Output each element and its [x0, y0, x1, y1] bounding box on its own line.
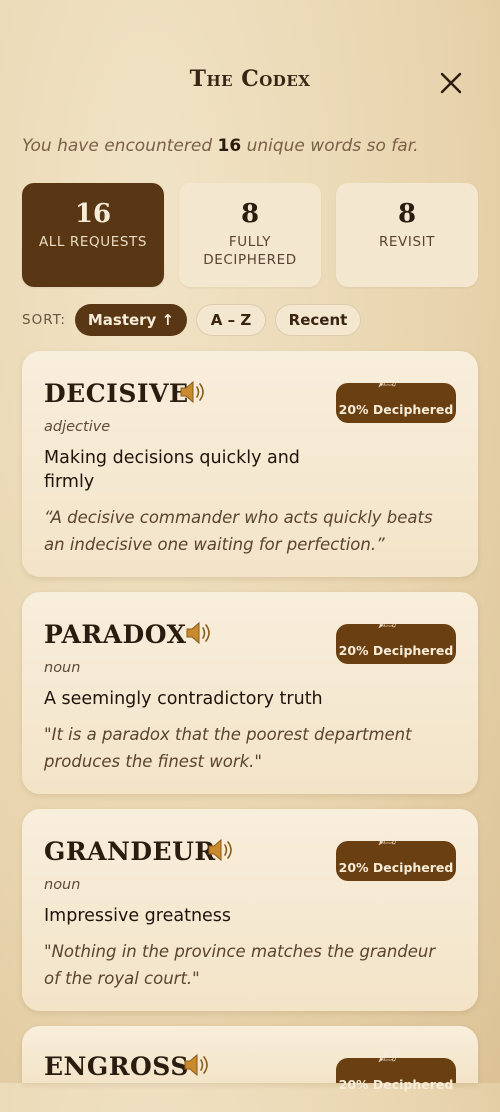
- page-title: The Codex: [189, 66, 311, 92]
- stat-label: FULLY DECIPHERED: [203, 234, 297, 268]
- close-icon: [440, 72, 462, 94]
- stat-value: 16: [74, 199, 112, 229]
- word-card[interactable]: ENGROSS ✍ 20% Deciphered: [22, 1026, 478, 1092]
- intro-text: You have encountered 16 unique words so …: [22, 136, 482, 156]
- badge-label: 20% Deciphered: [338, 1077, 454, 1092]
- stats-row: 16 ALL REQUESTS 8 FULLY DECIPHERED 8 REV…: [22, 183, 478, 287]
- badge-label: 20% Deciphered: [338, 643, 454, 658]
- speaker-icon[interactable]: [182, 1052, 210, 1078]
- sort-row: SORT: Mastery ↑ A – Z Recent: [22, 304, 478, 338]
- word-title: GRANDEUR: [44, 837, 216, 866]
- close-button[interactable]: [436, 68, 466, 98]
- word-card[interactable]: GRANDEUR ✍ 20% Deciphered noun Impressive…: [22, 809, 478, 1011]
- part-of-speech: adjective: [44, 419, 111, 435]
- definition: A seemingly contradictory truth: [44, 689, 323, 709]
- intro-suffix: unique words so far.: [246, 136, 419, 156]
- definition: Impressive greatness: [44, 906, 232, 926]
- stat-revisit[interactable]: 8 REVISIT: [336, 183, 478, 287]
- quill-icon: ✍: [378, 370, 397, 395]
- quill-icon: ✍: [378, 828, 397, 853]
- progress-badge: ✍ 20% Deciphered: [336, 612, 456, 664]
- sort-label: SORT:: [22, 312, 66, 328]
- progress-badge: ✍ 20% Deciphered: [336, 1046, 456, 1092]
- stat-fully-deciphered[interactable]: 8 FULLY DECIPHERED: [179, 183, 321, 287]
- progress-badge: ✍ 20% Deciphered: [336, 829, 456, 881]
- intro-count: 16: [217, 136, 242, 156]
- stat-label: ALL REQUESTS: [38, 234, 148, 250]
- word-title: DECISIVE: [44, 379, 189, 408]
- example-sentence: "Nothing in the province matches the gra…: [44, 942, 436, 988]
- speaker-icon[interactable]: [206, 837, 234, 863]
- word-title: ENGROSS: [44, 1052, 189, 1081]
- part-of-speech: noun: [44, 877, 81, 893]
- stat-label: REVISIT: [378, 234, 436, 250]
- word-card[interactable]: PARADOX ✍ 20% Deciphered noun A seemingly…: [22, 592, 478, 794]
- definition: Making decisions quickly and firmly: [44, 448, 300, 492]
- progress-badge: ✍ 20% Deciphered: [336, 371, 456, 423]
- stat-all-requests[interactable]: 16 ALL REQUESTS: [22, 183, 164, 287]
- word-card[interactable]: DECISIVE ✍ 20% Deciphered adjective Makin…: [22, 351, 478, 577]
- sort-mastery-button[interactable]: Mastery ↑: [75, 304, 187, 336]
- badge-label: 20% Deciphered: [338, 402, 454, 417]
- part-of-speech: noun: [44, 660, 81, 676]
- example-sentence: “A decisive commander who acts quickly b…: [44, 508, 433, 554]
- speaker-icon[interactable]: [184, 620, 212, 646]
- badge-label: 20% Deciphered: [338, 860, 454, 875]
- sort-az-button[interactable]: A – Z: [196, 304, 266, 336]
- stat-value: 8: [397, 199, 417, 229]
- word-title: PARADOX: [44, 620, 187, 649]
- stat-value: 8: [240, 199, 260, 229]
- intro-prefix: You have encountered: [22, 136, 213, 156]
- sort-recent-button[interactable]: Recent: [275, 304, 361, 336]
- speaker-icon[interactable]: [178, 379, 206, 405]
- quill-icon: ✍: [378, 1045, 397, 1070]
- example-sentence: "It is a paradox that the poorest depart…: [44, 725, 412, 771]
- quill-icon: ✍: [378, 611, 397, 636]
